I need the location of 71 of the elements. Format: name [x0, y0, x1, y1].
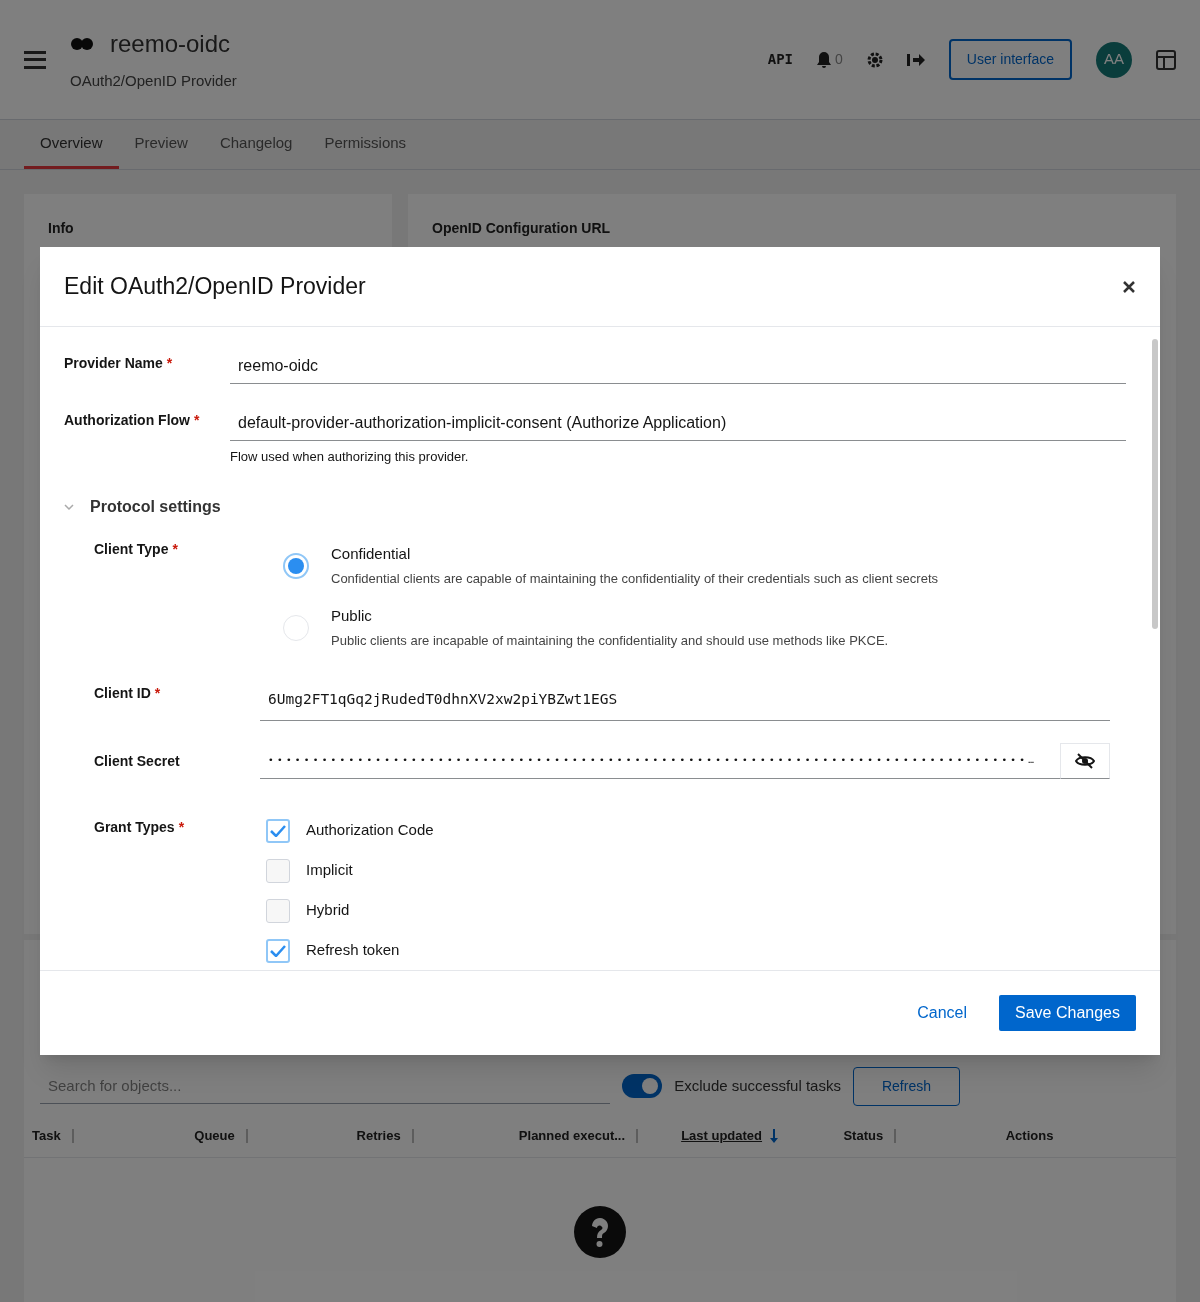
column-header[interactable]: Retries [356, 1125, 401, 1146]
option-description: Confidential clients are capable of maintaining the confidentiality of their credentials such as client secrets [331, 570, 938, 588]
password-field[interactable]: •••••••••••••••••••••••••••••••••••••••••••••••••••••••••••••••••••••••••••••••••••••… [260, 742, 1060, 779]
text-field[interactable]: reemo-oidc [230, 349, 1126, 384]
sort-arrow-icon[interactable] [770, 1128, 779, 1143]
required-asterisk: * [178, 817, 185, 837]
checkbox-label: Implicit [306, 860, 353, 881]
required-asterisk: * [154, 683, 161, 703]
checkbox[interactable] [266, 938, 290, 963]
option-label: Confidential [331, 543, 412, 564]
search-field[interactable]: Search for objects... [40, 1068, 610, 1104]
tab[interactable]: Overview [24, 131, 119, 169]
check-icon [270, 944, 286, 957]
toggle-label: Exclude successful tasks [674, 1075, 841, 1096]
field-label: Client Secret [94, 752, 180, 771]
dialog-title: Edit OAuth2/OpenID Provider [64, 272, 366, 302]
checkbox-label: Refresh token [306, 940, 400, 961]
user-avatar[interactable]: AA [1096, 41, 1132, 78]
logo-icon [70, 36, 94, 53]
column-header[interactable]: Queue [194, 1125, 235, 1146]
required-asterisk: * [166, 354, 173, 373]
column-header[interactable]: Task [32, 1125, 61, 1146]
check-icon [270, 824, 286, 837]
refresh-button[interactable]: Refresh [852, 1066, 960, 1106]
menu-icon[interactable] [24, 50, 46, 69]
field-label: Authorization Flow [64, 411, 190, 430]
panel-icon[interactable] [1156, 49, 1176, 70]
checkbox-label: Hybrid [306, 900, 350, 921]
question-icon [574, 1206, 626, 1258]
scrollbar-thumb[interactable] [1152, 339, 1158, 629]
tab[interactable]: Permissions [308, 131, 423, 169]
api-link[interactable]: API [767, 49, 794, 70]
close-icon[interactable] [1122, 279, 1136, 294]
user-interface-button[interactable]: User interface [948, 39, 1072, 80]
checkbox-label: Authorization Code [306, 820, 434, 841]
required-asterisk: * [172, 539, 178, 559]
card-title: Info [48, 219, 75, 238]
notification-count: 0 [835, 50, 843, 69]
checkbox[interactable] [266, 818, 290, 843]
field-label: Client Type [94, 539, 169, 559]
option-label: Public [331, 605, 373, 626]
option-description: Public clients are incapable of maintaining the confidentiality and should use methods like PKCE. [331, 632, 889, 650]
settings-icon[interactable] [866, 51, 883, 68]
tab[interactable]: Changelog [203, 131, 309, 169]
column-header[interactable]: Status [843, 1125, 884, 1146]
field-label: Client ID [94, 683, 151, 703]
column-header[interactable]: Actions [1005, 1125, 1054, 1146]
radio-button[interactable] [283, 552, 309, 579]
helper-text: Flow used when authorizing this provider. [230, 448, 470, 466]
logout-icon[interactable] [906, 52, 925, 67]
chevron-down-icon[interactable] [64, 502, 74, 511]
checkbox[interactable] [266, 898, 290, 923]
page-title: reemo-oidc [110, 29, 231, 60]
field-label: Provider Name [64, 354, 163, 373]
tab[interactable]: Preview [118, 131, 204, 169]
field-label: Grant Types [94, 817, 175, 837]
cancel-button[interactable]: Cancel [909, 993, 976, 1033]
column-header[interactable]: Last updated [681, 1125, 763, 1146]
bell-icon[interactable] [817, 51, 832, 68]
hide-password-button[interactable] [1060, 742, 1110, 779]
checkbox[interactable] [266, 858, 290, 883]
client-id-field[interactable]: 6Umg2FT1qGq2jRudedT0dhnXV2xw2piYBZwt1EGS [260, 680, 1110, 721]
column-header[interactable]: Planned execut... [518, 1125, 626, 1146]
eye-slash-icon [1075, 752, 1095, 769]
save-button[interactable]: Save Changes [999, 995, 1136, 1031]
page-subtitle: OAuth2/OpenID Provider [70, 71, 237, 92]
required-asterisk: * [194, 411, 200, 430]
toggle-switch[interactable] [622, 1074, 663, 1098]
card-title: OpenID Configuration URL [432, 219, 612, 238]
text-field[interactable]: default-provider-authorization-implicit-consent (Authorize Application) [230, 406, 1126, 441]
section-title[interactable]: Protocol settings [90, 494, 221, 519]
